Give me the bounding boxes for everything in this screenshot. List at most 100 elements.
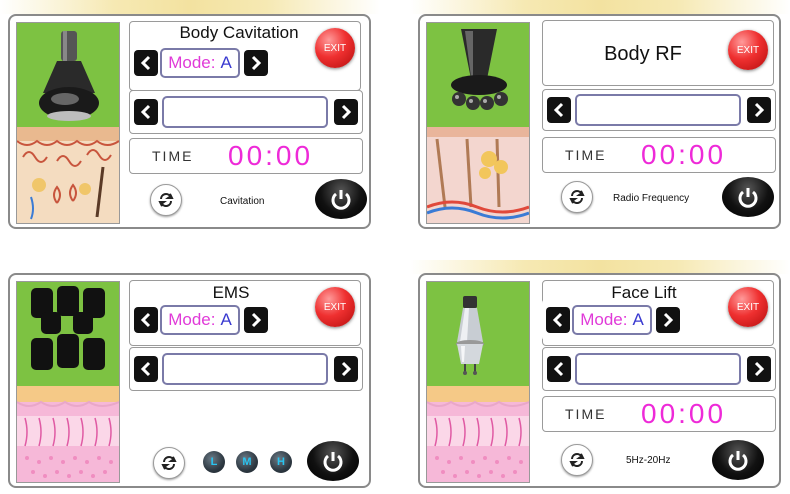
mode-caption: Cavitation (220, 196, 265, 207)
mode-value: A (220, 53, 232, 72)
chevron-left-icon (552, 312, 563, 328)
refresh-icon (161, 456, 177, 470)
cycle-button[interactable] (561, 181, 593, 213)
chevron-right-icon (251, 55, 262, 71)
skin-cross-section-image (427, 386, 529, 482)
cycle-button[interactable] (150, 184, 182, 216)
chevron-left-icon (553, 102, 564, 118)
header-strip-bottom-right (410, 260, 790, 274)
time-value: 00:00 (228, 140, 314, 171)
intensity-bar (162, 353, 328, 385)
intensity-bar (162, 96, 328, 128)
mode-next-button[interactable] (244, 307, 268, 333)
intensity-next-button[interactable] (334, 99, 358, 125)
chevron-left-icon (140, 312, 151, 328)
mode-label: Mode: (168, 53, 216, 72)
cycle-button[interactable] (153, 447, 185, 479)
panel-ems: EMS EXIT Mode: A L M H (8, 273, 371, 488)
power-button[interactable] (712, 440, 764, 480)
mode-prev-button[interactable] (134, 307, 158, 333)
chevron-right-icon (251, 312, 262, 328)
intensity-prev-button[interactable] (547, 356, 571, 382)
exit-button[interactable]: EXIT (728, 30, 768, 70)
header-strip-right (410, 0, 790, 14)
exit-button[interactable]: EXIT (728, 287, 768, 327)
chevron-left-icon (140, 104, 151, 120)
panel-body-cavitation: Body Cavitation EXIT Mode: A TIME 00:00 C… (8, 14, 371, 229)
level-medium-button[interactable]: M (236, 451, 258, 473)
mode-selector: Mode: A (542, 299, 692, 341)
intensity-box (129, 90, 363, 134)
rf-probe-image (451, 29, 508, 110)
chevron-right-icon (341, 361, 352, 377)
mode-display: Mode: A (160, 48, 240, 78)
power-icon (738, 188, 758, 208)
chevron-right-icon (754, 361, 765, 377)
power-icon (323, 452, 343, 472)
cavitation-probe-image (39, 31, 99, 121)
mode-caption: 5Hz-20Hz (626, 455, 671, 466)
time-box: TIME 00:00 (542, 137, 776, 173)
mode-selector: Mode: A (130, 42, 280, 84)
intensity-box (129, 347, 363, 391)
intensity-bar (575, 353, 741, 385)
mode-label: Mode: (168, 310, 216, 329)
mode-prev-button[interactable] (546, 307, 570, 333)
panel-face-lift: Face Lift EXIT Mode: A TIME 00:00 5Hz-20H… (418, 273, 781, 488)
cavitation-image (16, 22, 120, 224)
chevron-left-icon (140, 361, 151, 377)
chevron-left-icon (553, 361, 564, 377)
power-button[interactable] (315, 179, 367, 219)
facelift-probe-image (456, 296, 484, 375)
intensity-prev-button[interactable] (134, 356, 158, 382)
intensity-next-button[interactable] (747, 97, 771, 123)
mode-label: Mode: (580, 310, 628, 329)
mode-caption: Radio Frequency (613, 193, 690, 204)
refresh-icon (158, 193, 174, 207)
power-icon (331, 190, 351, 210)
exit-button[interactable]: EXIT (315, 287, 355, 327)
exit-button[interactable]: EXIT (315, 28, 355, 68)
time-label: TIME (565, 147, 607, 163)
skin-cross-section-image (17, 127, 119, 223)
mode-selector: Mode: A (130, 299, 280, 341)
time-box: TIME 00:00 (542, 396, 776, 432)
refresh-icon (569, 190, 585, 204)
ems-image (16, 281, 120, 483)
intensity-prev-button[interactable] (134, 99, 158, 125)
panel-body-rf: Body RF EXIT TIME 00:00 Radio Frequency (418, 14, 781, 229)
time-box: TIME 00:00 (129, 138, 363, 174)
refresh-icon (569, 453, 585, 467)
power-button[interactable] (722, 177, 774, 217)
intensity-box (542, 89, 776, 131)
power-icon (728, 451, 748, 471)
chevron-left-icon (140, 55, 151, 71)
cycle-button[interactable] (561, 444, 593, 476)
chevron-right-icon (341, 104, 352, 120)
mode-value: A (632, 310, 644, 329)
intensity-prev-button[interactable] (547, 97, 571, 123)
chevron-right-icon (663, 312, 674, 328)
ems-pads-image (31, 286, 105, 370)
intensity-bar (575, 94, 741, 126)
intensity-next-button[interactable] (747, 356, 771, 382)
skin-cross-section-image (427, 127, 529, 223)
mode-next-button[interactable] (656, 307, 680, 333)
time-label: TIME (152, 148, 194, 164)
intensity-next-button[interactable] (334, 356, 358, 382)
mode-next-button[interactable] (244, 50, 268, 76)
facelift-image (426, 281, 530, 483)
mode-value: A (220, 310, 232, 329)
time-value: 00:00 (641, 139, 727, 170)
time-label: TIME (565, 406, 607, 422)
skin-cross-section-image (17, 386, 119, 482)
power-button[interactable] (307, 441, 359, 481)
rf-image (426, 22, 530, 224)
time-value: 00:00 (641, 398, 727, 429)
level-high-button[interactable]: H (270, 451, 292, 473)
mode-display: Mode: A (160, 305, 240, 335)
mode-display: Mode: A (572, 305, 652, 335)
chevron-right-icon (754, 102, 765, 118)
level-low-button[interactable]: L (203, 451, 225, 473)
mode-prev-button[interactable] (134, 50, 158, 76)
